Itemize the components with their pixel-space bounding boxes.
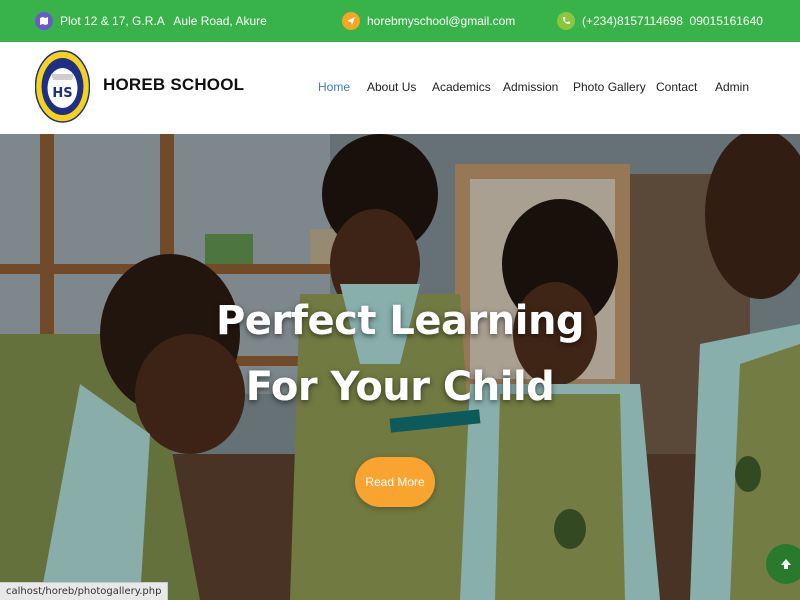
main-nav: Home About Us Academics Admission Photo … xyxy=(0,80,800,96)
site-header: HS HOREB SCHOOL Home About Us Academics … xyxy=(0,42,800,134)
address-item: Plot 12 & 17, G.R.A Aule Road, Akure xyxy=(35,0,267,42)
phone-text[interactable]: (+234)8157114698 09015161640 xyxy=(582,14,763,28)
hero-banner: Perfect Learning For Your Child Read Mor… xyxy=(0,134,800,600)
email-text[interactable]: horebmyschool@gmail.com xyxy=(367,14,515,28)
scroll-up-button[interactable] xyxy=(766,544,800,584)
send-icon xyxy=(342,12,360,30)
nav-admission[interactable]: Admission xyxy=(503,80,558,94)
address-text: Plot 12 & 17, G.R.A Aule Road, Akure xyxy=(60,14,267,28)
phone-item[interactable]: (+234)8157114698 09015161640 xyxy=(557,0,763,42)
arrow-up-icon xyxy=(781,559,791,569)
map-icon xyxy=(35,12,53,30)
top-contact-bar: Plot 12 & 17, G.R.A Aule Road, Akure hor… xyxy=(0,0,800,42)
nav-about-us[interactable]: About Us xyxy=(367,80,416,94)
status-bar-url: calhost/horeb/photogallery.php xyxy=(0,582,169,600)
phone-icon xyxy=(557,12,575,30)
nav-photo-gallery[interactable]: Photo Gallery xyxy=(573,80,646,94)
read-more-button[interactable]: Read More xyxy=(355,457,435,507)
email-item[interactable]: horebmyschool@gmail.com xyxy=(342,0,515,42)
nav-home[interactable]: Home xyxy=(318,80,350,94)
nav-admin[interactable]: Admin xyxy=(715,80,749,94)
nav-contact[interactable]: Contact xyxy=(656,80,697,94)
nav-academics[interactable]: Academics xyxy=(432,80,491,94)
hero-title-line-1: Perfect Learning xyxy=(215,298,585,344)
hero-title-line-2: For Your Child xyxy=(245,364,555,410)
